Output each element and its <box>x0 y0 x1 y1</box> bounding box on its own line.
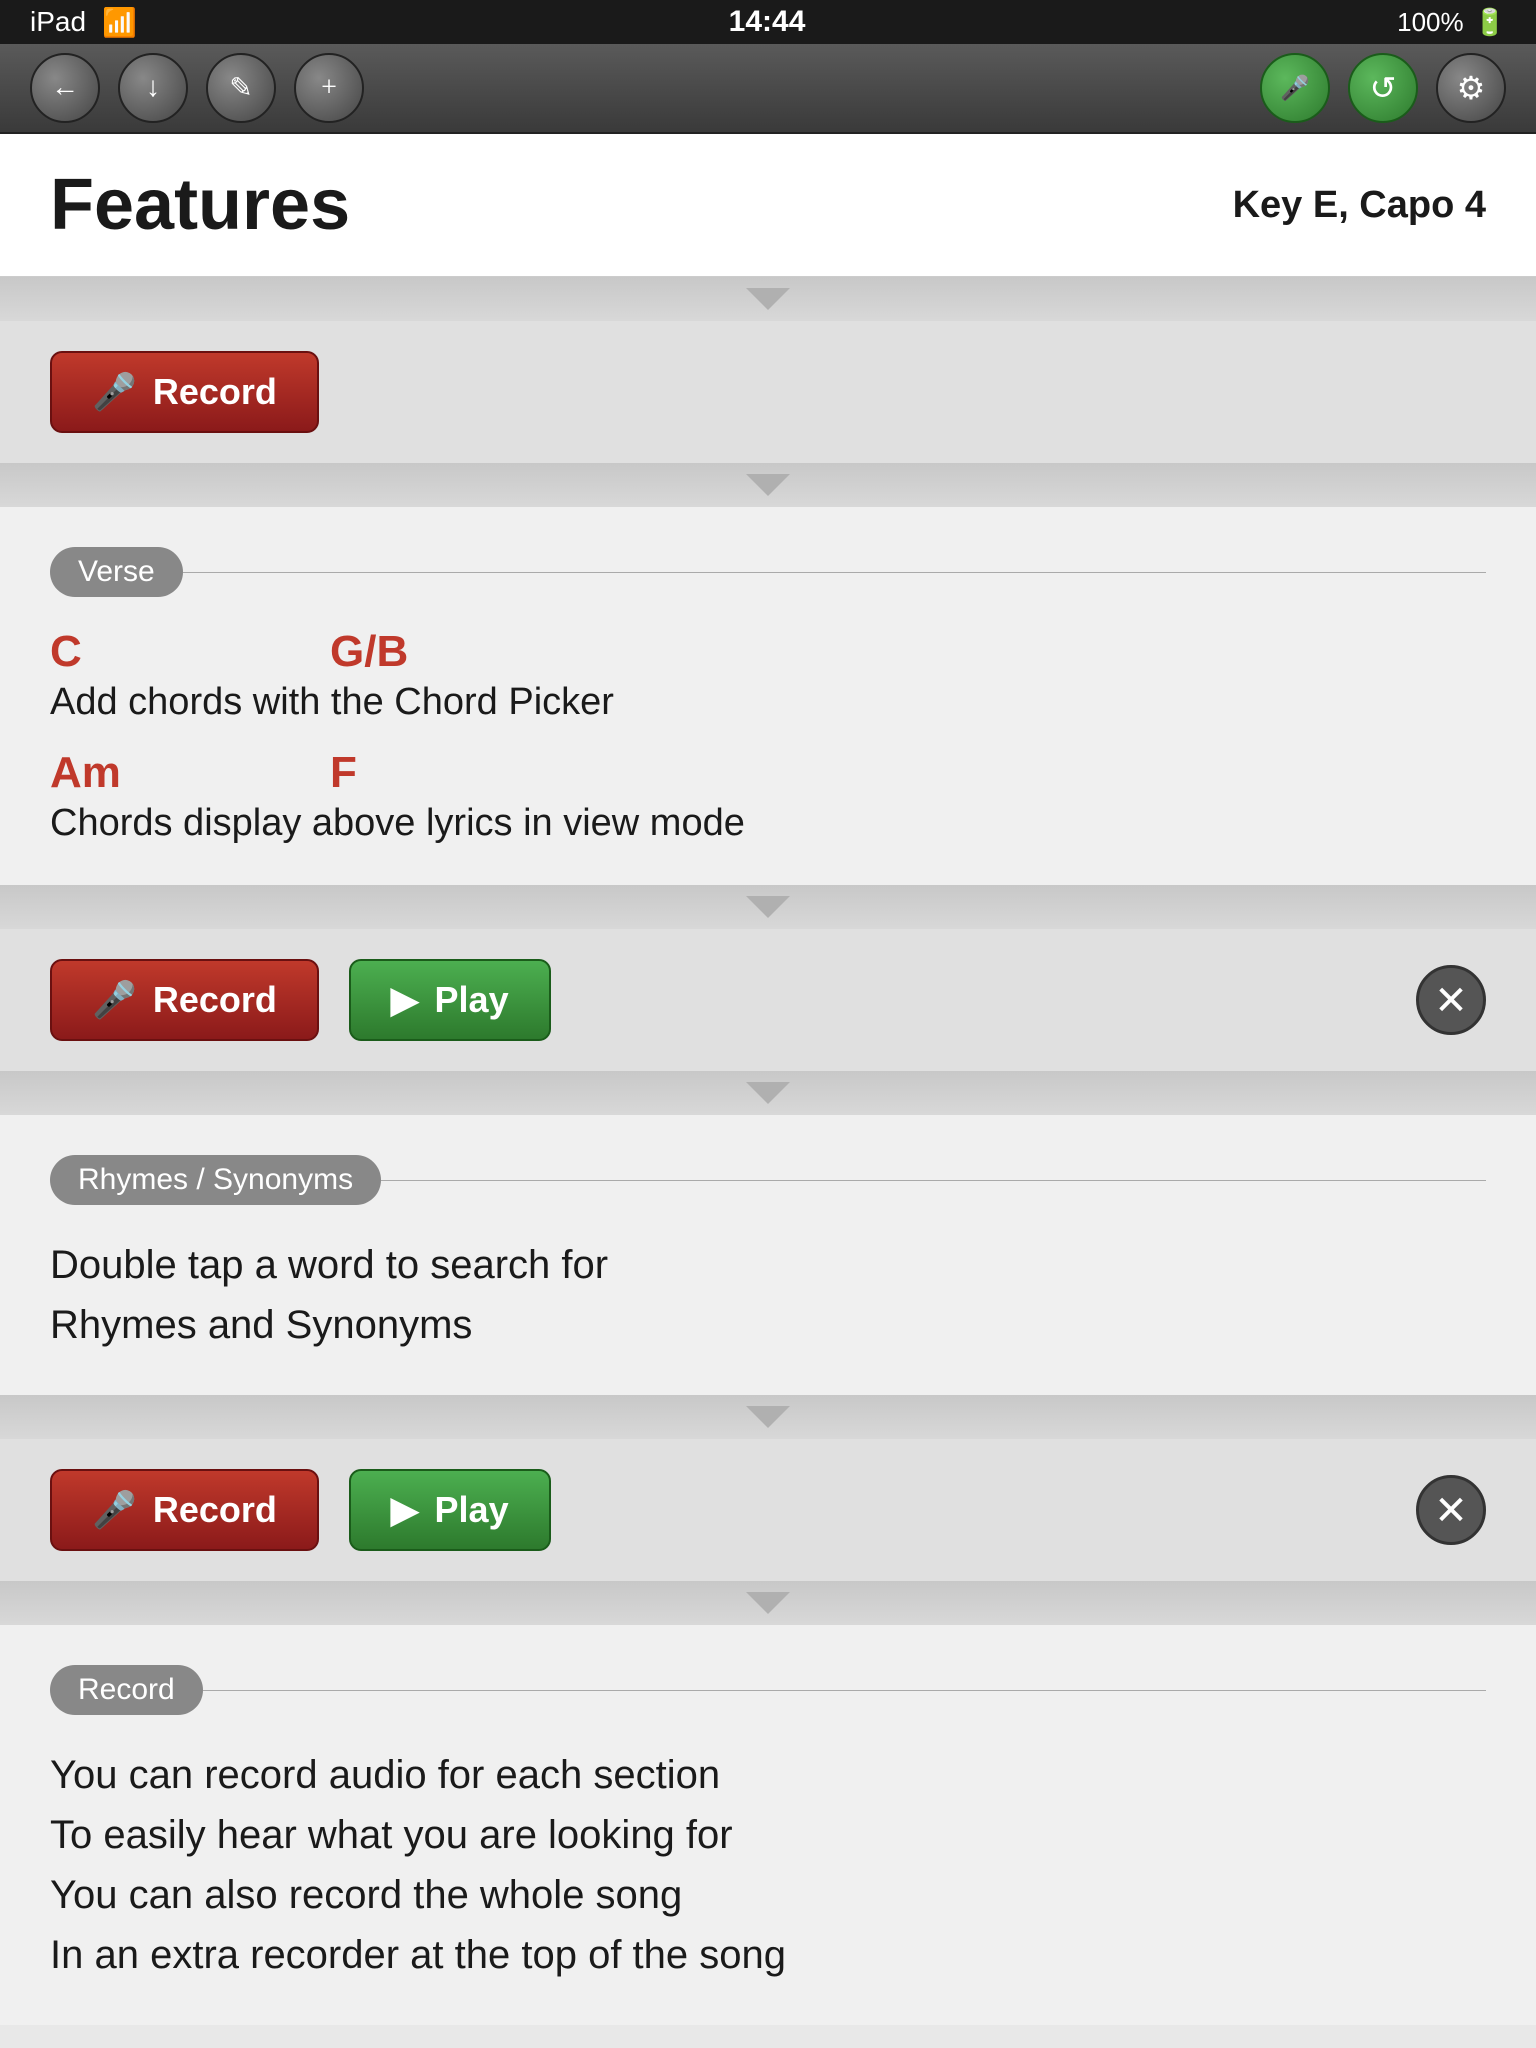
chord-Am: Am <box>50 748 330 798</box>
battery-icon: 🔋 <box>1474 7 1506 38</box>
back-button[interactable]: ← <box>30 53 100 123</box>
record-body-text: You can record audio for each section To… <box>50 1745 1486 1985</box>
verse-label-line <box>183 572 1486 573</box>
play-label-2: Play <box>435 1489 509 1531</box>
rhymes-label-line <box>381 1180 1486 1181</box>
chord-F: F <box>330 748 610 798</box>
record-label-3: Record <box>153 1489 277 1531</box>
status-bar: iPad 📶 14:44 100% 🔋 <box>0 0 1536 44</box>
status-right: 100% 🔋 <box>1397 7 1506 38</box>
play-icon-1: ▶ <box>391 979 419 1021</box>
chevron-down-icon-6 <box>746 1592 790 1614</box>
settings-icon: ⚙ <box>1457 69 1486 107</box>
play-button-2[interactable]: ▶ Play <box>349 1469 551 1551</box>
chord-GB: G/B <box>330 627 610 677</box>
record-label-line <box>203 1690 1486 1691</box>
chevron-down-icon-3 <box>746 896 790 918</box>
close-icon-2: ✕ <box>1434 1487 1468 1534</box>
record-play-section-2: 🎤 Record ▶ Play ✕ <box>0 1439 1536 1581</box>
chevron-down-icon-4 <box>746 1082 790 1104</box>
page-title: Features <box>50 164 350 246</box>
wifi-icon: 📶 <box>102 6 137 39</box>
section-divider-6 <box>0 1581 1536 1625</box>
chevron-down-icon-5 <box>746 1406 790 1428</box>
close-icon-1: ✕ <box>1434 977 1468 1024</box>
refresh-icon: ↺ <box>1370 69 1397 107</box>
section-divider-5 <box>0 1395 1536 1439</box>
mic-icon-1: 🎤 <box>92 371 137 413</box>
rhymes-section: Rhymes / Synonyms Double tap a word to s… <box>0 1115 1536 1395</box>
chevron-down-icon <box>746 288 790 310</box>
verse-label: Verse <box>50 547 183 597</box>
record-label-2: Record <box>153 979 277 1021</box>
status-left: iPad 📶 <box>30 6 137 39</box>
record-button-1[interactable]: 🎤 Record <box>50 351 319 433</box>
mic-icon-3: 🎤 <box>92 1489 137 1531</box>
toolbar-left: ← ↓ ✎ + <box>30 53 364 123</box>
verse-label-container: Verse <box>50 547 1486 597</box>
page-header: Features Key E, Capo 4 <box>0 134 1536 277</box>
microphone-icon: 🎤 <box>1280 74 1310 103</box>
record-play-section-1: 🎤 Record ▶ Play ✕ <box>0 929 1536 1071</box>
lyric-1: Add chords with the Chord Picker <box>50 681 1486 724</box>
section-divider-2 <box>0 463 1536 507</box>
record-button-2[interactable]: 🎤 Record <box>50 959 319 1041</box>
record-only-section: 🎤 Record <box>0 321 1536 463</box>
edit-button[interactable]: ✎ <box>206 53 276 123</box>
settings-button[interactable]: ⚙ <box>1436 53 1506 123</box>
add-button[interactable]: + <box>294 53 364 123</box>
play-button-1[interactable]: ▶ Play <box>349 959 551 1041</box>
record-label-1: Record <box>153 371 277 413</box>
play-icon-2: ▶ <box>391 1489 419 1531</box>
close-button-2[interactable]: ✕ <box>1416 1475 1486 1545</box>
refresh-button[interactable]: ↺ <box>1348 53 1418 123</box>
chevron-down-icon-2 <box>746 474 790 496</box>
section-divider-4 <box>0 1071 1536 1115</box>
rhymes-label: Rhymes / Synonyms <box>50 1155 381 1205</box>
chord-row-2: Am F <box>50 748 1486 798</box>
section-divider-1 <box>0 277 1536 321</box>
key-capo: Key E, Capo 4 <box>1233 184 1486 227</box>
record-button-3[interactable]: 🎤 Record <box>50 1469 319 1551</box>
section-divider-3 <box>0 885 1536 929</box>
chord-row-1: C G/B <box>50 627 1486 677</box>
rhymes-body-text: Double tap a word to search forRhymes an… <box>50 1235 1486 1355</box>
toolbar-right: 🎤 ↺ ⚙ <box>1260 53 1506 123</box>
toolbar: ← ↓ ✎ + 🎤 ↺ ⚙ <box>0 44 1536 134</box>
rhymes-label-container: Rhymes / Synonyms <box>50 1155 1486 1205</box>
lyric-2: Chords display above lyrics in view mode <box>50 802 1486 845</box>
play-label-1: Play <box>435 979 509 1021</box>
record-label-container: Record <box>50 1665 1486 1715</box>
record-section: Record You can record audio for each sec… <box>0 1625 1536 2025</box>
close-button-1[interactable]: ✕ <box>1416 965 1486 1035</box>
device-label: iPad <box>30 6 86 38</box>
mic-icon-2: 🎤 <box>92 979 137 1021</box>
status-time: 14:44 <box>729 5 806 39</box>
battery-label: 100% <box>1397 7 1464 38</box>
download-button[interactable]: ↓ <box>118 53 188 123</box>
record-section-label: Record <box>50 1665 203 1715</box>
chord-C: C <box>50 627 330 677</box>
verse-section: Verse C G/B Add chords with the Chord Pi… <box>0 507 1536 885</box>
microphone-button[interactable]: 🎤 <box>1260 53 1330 123</box>
